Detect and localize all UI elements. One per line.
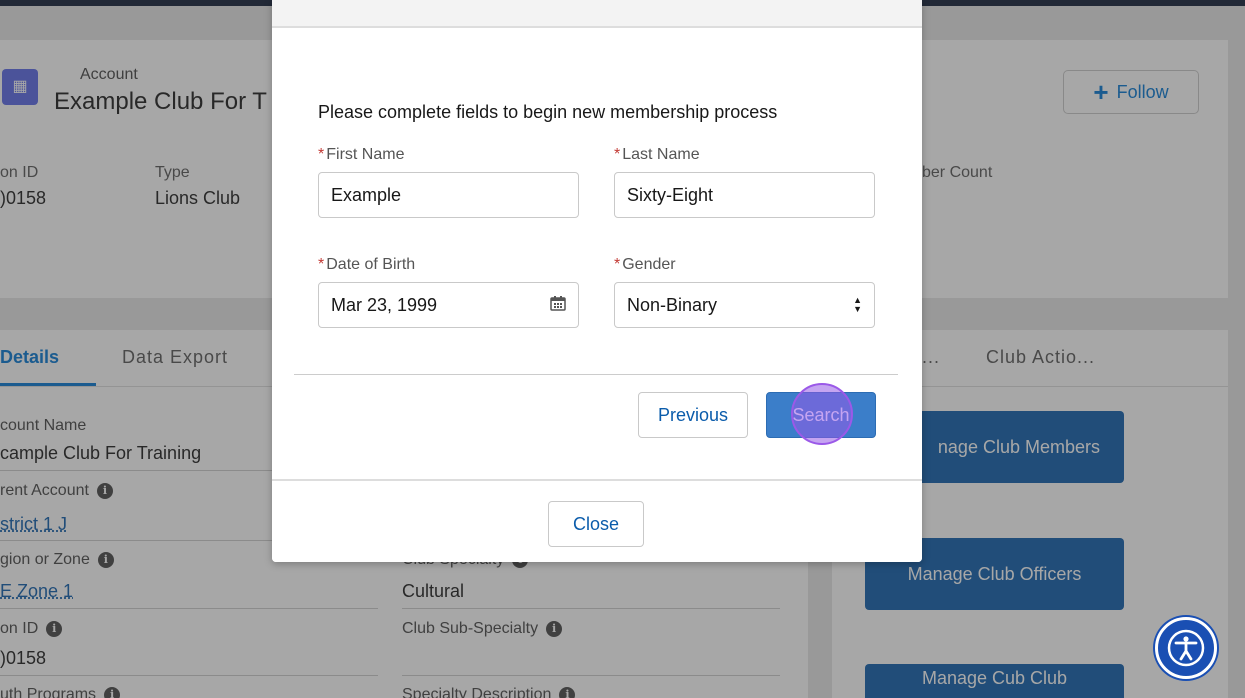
label-text: Gender xyxy=(622,256,676,273)
click-highlight xyxy=(791,383,853,445)
label-text: Last Name xyxy=(622,146,700,163)
required-marker: * xyxy=(614,256,621,273)
first-name-input[interactable]: Example xyxy=(318,172,579,218)
calendar-icon[interactable] xyxy=(550,295,566,316)
input-value: Example xyxy=(331,184,402,205)
modal-header xyxy=(272,0,922,28)
input-value: Sixty-Eight xyxy=(627,184,714,205)
modal-title: Please complete fields to begin new memb… xyxy=(318,102,778,122)
sort-arrows-icon: ▲ ▼ xyxy=(853,295,862,314)
date-of-birth-input[interactable]: Mar 23, 1999 xyxy=(318,282,579,328)
modal-divider xyxy=(294,374,898,375)
new-membership-modal: Please complete fields to begin new memb… xyxy=(272,0,922,562)
first-name-label: * First Name xyxy=(318,146,404,164)
label-text: Date of Birth xyxy=(326,256,416,273)
last-name-label: * Last Name xyxy=(614,146,700,164)
required-marker: * xyxy=(318,256,325,273)
required-marker: * xyxy=(614,146,621,163)
required-marker: * xyxy=(318,146,325,163)
input-value: Mar 23, 1999 xyxy=(331,294,438,315)
previous-button[interactable]: Previous xyxy=(638,392,748,438)
last-name-input[interactable]: Sixty-Eight xyxy=(614,172,875,218)
modal-footer: Close xyxy=(272,479,922,562)
close-button[interactable]: Close xyxy=(548,501,644,547)
gender-select[interactable]: Non-Binary ▲ ▼ xyxy=(614,282,875,328)
gender-label: * Gender xyxy=(614,256,676,274)
label-text: First Name xyxy=(326,146,405,163)
accessibility-icon[interactable] xyxy=(1155,617,1217,679)
selected-value: Non-Binary xyxy=(627,294,718,315)
date-of-birth-label: * Date of Birth xyxy=(318,256,415,274)
